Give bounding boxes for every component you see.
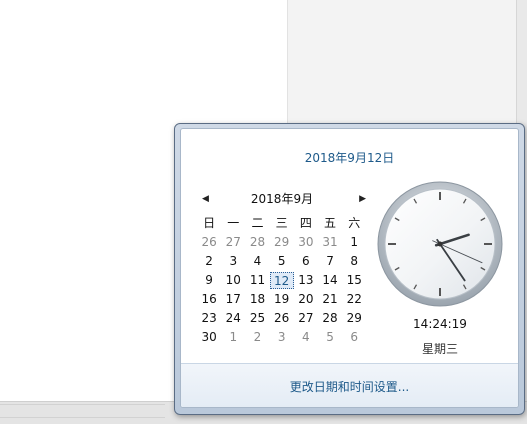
calendar-week-row: 16 17 18 19 20 21 22: [197, 291, 366, 310]
weekday-label: 星期三: [421, 342, 458, 356]
weekday-header: 一: [227, 216, 240, 230]
calendar-day[interactable]: 17: [221, 291, 245, 308]
calendar-day[interactable]: 24: [221, 310, 245, 327]
analog-clock: [377, 181, 503, 307]
long-date-link[interactable]: 2018年9月12日: [181, 149, 518, 166]
calendar-day[interactable]: 27: [221, 234, 245, 251]
calendar-day[interactable]: 30: [197, 329, 221, 346]
calendar-grid: 日一二三四五六 26 27 28 29 30 31 1 2 3 4 5 6 7 8 9 10 11 12 13 14 15…: [197, 215, 366, 348]
calendar-day[interactable]: 20: [294, 291, 318, 308]
taskbar-divider: [0, 404, 165, 418]
flyout-footer: 更改日期和时间设置...: [181, 363, 518, 407]
date-time-flyout: 2018年9月12日 ◀ 2018年9月 ▶ 日一二三四五六 26 27 28 29 30…: [174, 123, 525, 415]
calendar-day[interactable]: 16: [197, 291, 221, 308]
calendar-day[interactable]: 13: [294, 272, 318, 289]
calendar-day[interactable]: 2: [245, 329, 269, 346]
calendar-week-row: 2345678: [197, 253, 366, 272]
calendar-day[interactable]: 6: [342, 329, 366, 346]
change-date-time-settings-link[interactable]: 更改日期和时间设置...: [181, 378, 518, 395]
calendar-day[interactable]: 29: [342, 310, 366, 327]
calendar-day[interactable]: 1: [221, 329, 245, 346]
calendar-day[interactable]: 19: [270, 291, 294, 308]
calendar-day-today[interactable]: 12: [269, 272, 294, 289]
calendar-day[interactable]: 26: [270, 310, 294, 327]
digital-time: 14:24:19: [413, 317, 467, 331]
calendar-week-row: 9 10 11 12 13 14 15: [197, 272, 366, 291]
weekday-header: 三: [275, 216, 288, 230]
calendar-day[interactable]: 4: [245, 253, 269, 270]
calendar-day[interactable]: 7: [318, 253, 342, 270]
calendar-day[interactable]: 11: [245, 272, 269, 289]
calendar-week-row: 30 1 2 3 4 5 6: [197, 329, 366, 348]
calendar-day[interactable]: 1: [342, 234, 366, 251]
weekday-header: 四: [299, 216, 312, 230]
calendar-day[interactable]: 3: [270, 329, 294, 346]
calendar-day[interactable]: 28: [245, 234, 269, 251]
weekday-header: 二: [251, 216, 264, 230]
flyout-panel: 2018年9月12日 ◀ 2018年9月 ▶ 日一二三四五六 26 27 28 29 30…: [180, 128, 519, 408]
calendar-day[interactable]: 22: [342, 291, 366, 308]
calendar-day[interactable]: 29: [270, 234, 294, 251]
calendar-week-row: 23 24 25 26 27 28 29: [197, 310, 366, 329]
calendar-day[interactable]: 4: [294, 329, 318, 346]
calendar-day[interactable]: 6: [294, 253, 318, 270]
calendar-day[interactable]: 5: [318, 329, 342, 346]
calendar-day[interactable]: 23: [197, 310, 221, 327]
calendar-day[interactable]: 25: [245, 310, 269, 327]
calendar-nav: ◀ 2018年9月 ▶: [198, 191, 366, 207]
calendar-day[interactable]: 15: [342, 272, 366, 289]
calendar-day[interactable]: 21: [318, 291, 342, 308]
calendar-day[interactable]: 3: [221, 253, 245, 270]
weekday-header: 日: [203, 216, 216, 230]
calendar-day[interactable]: 27: [294, 310, 318, 327]
calendar-day[interactable]: 5: [270, 253, 294, 270]
calendar-day[interactable]: 10: [221, 272, 245, 289]
calendar-day[interactable]: 8: [342, 253, 366, 270]
calendar-week-row: 26 27 28 29 30 31 1: [197, 234, 366, 253]
calendar-month-label[interactable]: 2018年9月: [198, 191, 366, 207]
calendar-day[interactable]: 9: [197, 272, 221, 289]
calendar-day[interactable]: 28: [318, 310, 342, 327]
calendar-day[interactable]: 14: [318, 272, 342, 289]
calendar-day[interactable]: 30: [294, 234, 318, 251]
clock-center-pin: [437, 241, 443, 247]
weekday-header: 五: [324, 216, 337, 230]
calendar-day[interactable]: 18: [245, 291, 269, 308]
weekday-header-row: 日一二三四五六: [197, 215, 366, 234]
calendar-day[interactable]: 2: [197, 253, 221, 270]
weekday-header: 六: [348, 216, 361, 230]
calendar-day[interactable]: 26: [197, 234, 221, 251]
calendar-day[interactable]: 31: [318, 234, 342, 251]
right-triangle-icon[interactable]: ▶: [359, 191, 366, 207]
